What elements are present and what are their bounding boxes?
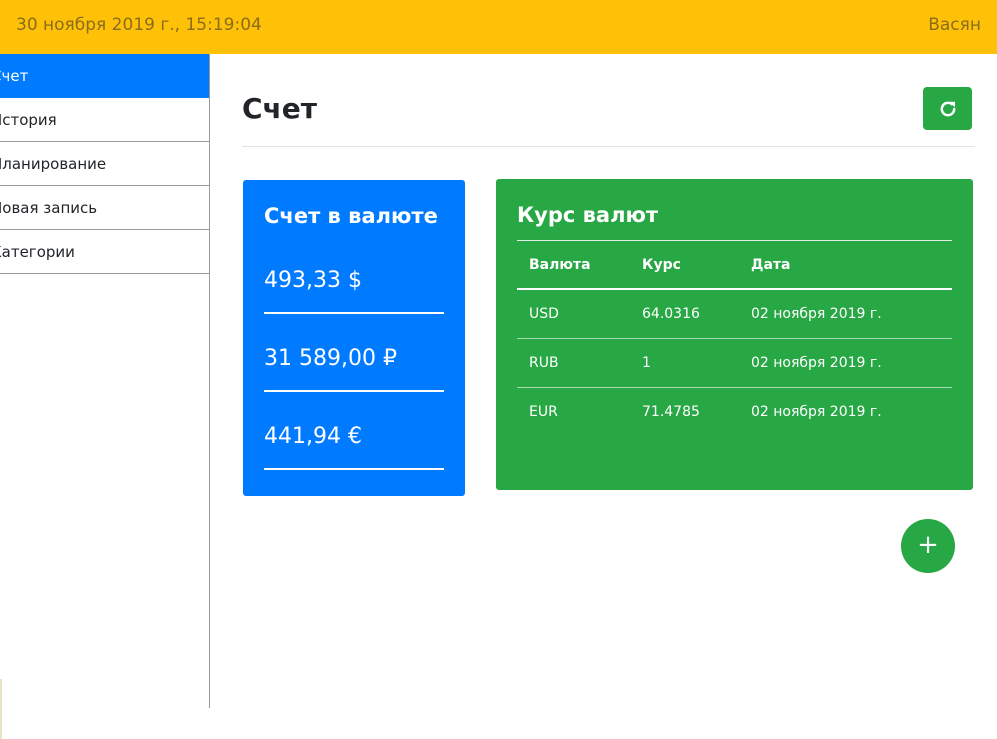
plus-icon: + <box>917 530 939 560</box>
table-header-row: Валюта Курс Дата <box>517 240 952 290</box>
sidebar-item-label: Категории <box>0 243 75 261</box>
column-header-rate: Курс <box>630 240 739 290</box>
balance-eur: 441,94 € <box>264 424 444 470</box>
current-datetime: 30 ноября 2019 г., 15:19:04 <box>16 15 262 35</box>
cell-rate: 1 <box>630 338 739 388</box>
cell-rate: 71.4785 <box>642 404 700 420</box>
sidebar-item-label: Планирование <box>0 155 107 173</box>
table-row: EUR 71.4785 02 ноября 2019 г. <box>517 388 952 437</box>
balance-rub: 31 589,00 ₽ <box>264 346 444 392</box>
sidebar-item-categories[interactable]: Категории <box>0 230 209 274</box>
rates-card-title: Курс валют <box>517 203 659 227</box>
cell-currency: USD <box>517 289 630 339</box>
top-bar: 30 ноября 2019 г., 15:19:04 Васян <box>0 0 997 54</box>
exchange-rates-card: Курс валют Валюта Курс Дата USD 64.0316 … <box>496 179 973 490</box>
cell-currency: EUR <box>529 404 558 420</box>
sidebar: Счет История Планирование Новая запись К… <box>0 54 210 739</box>
cell-date: 02 ноября 2019 г. <box>751 404 882 420</box>
cell-currency: RUB <box>517 338 630 388</box>
column-header-currency: Валюта <box>517 240 630 290</box>
sidebar-item-label: Новая запись <box>0 199 98 217</box>
add-button[interactable]: + <box>901 519 955 573</box>
balance-card: Счет в валюте 493,33 $ 31 589,00 ₽ 441,9… <box>243 180 465 496</box>
page-title: Счет <box>242 92 317 125</box>
table-row: USD 64.0316 02 ноября 2019 г. <box>517 289 952 339</box>
column-header-date: Дата <box>739 240 952 290</box>
rates-table: Валюта Курс Дата USD 64.0316 02 ноября 2… <box>517 240 952 436</box>
balance-card-title: Счет в валюте <box>264 204 438 228</box>
sidebar-item-history[interactable]: История <box>0 98 209 142</box>
sidebar-item-planning[interactable]: Планирование <box>0 142 209 186</box>
sidebar-item-account[interactable]: Счет <box>0 54 209 98</box>
sidebar-resize-mark <box>0 679 2 739</box>
cell-date: 02 ноября 2019 г. <box>739 338 952 388</box>
title-divider <box>242 146 975 147</box>
sidebar-item-label: Счет <box>0 67 29 85</box>
user-name[interactable]: Васян <box>928 15 981 35</box>
balance-usd: 493,33 $ <box>264 268 444 314</box>
sidebar-item-label: История <box>0 111 57 129</box>
refresh-button[interactable] <box>923 87 972 130</box>
cell-date: 02 ноября 2019 г. <box>739 289 952 339</box>
sidebar-item-new-record[interactable]: Новая запись <box>0 186 209 230</box>
refresh-icon <box>940 101 955 116</box>
cell-rate: 64.0316 <box>630 289 739 339</box>
table-row: RUB 1 02 ноября 2019 г. <box>517 338 952 388</box>
